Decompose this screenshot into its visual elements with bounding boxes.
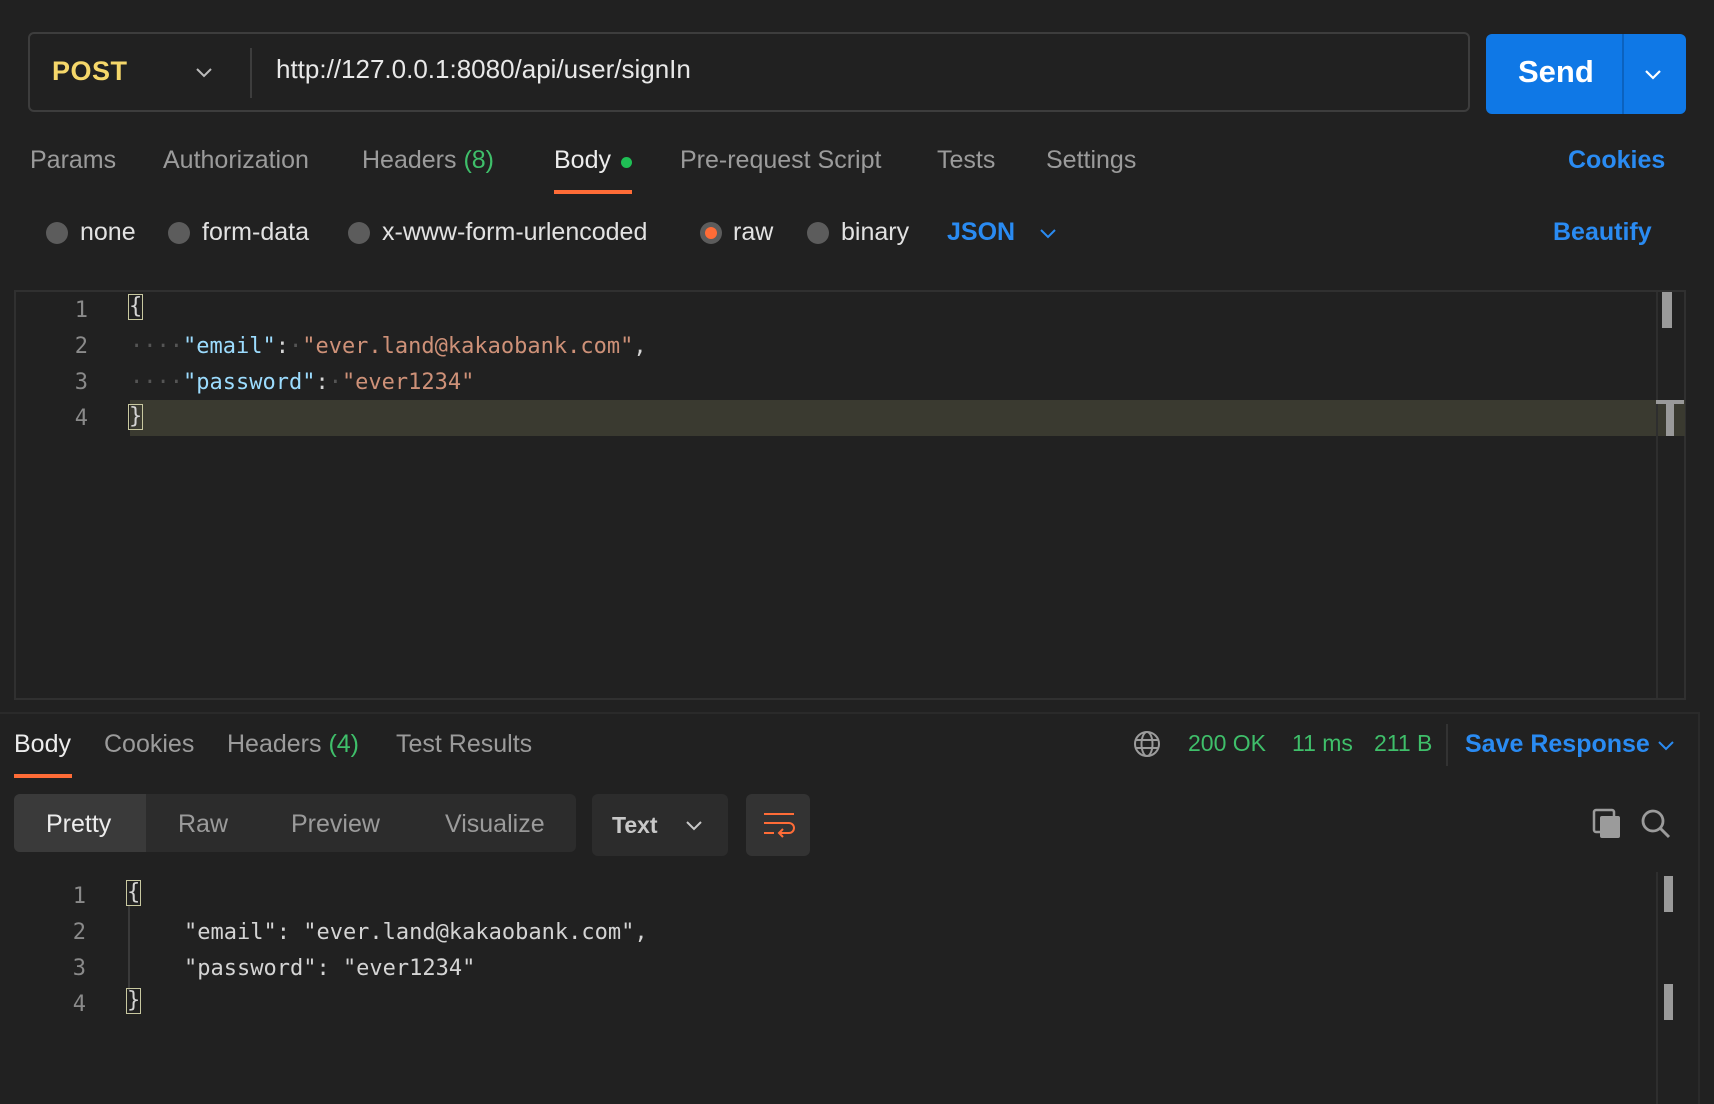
line-number: 4 — [72, 992, 86, 1017]
send-label[interactable]: Send — [1518, 54, 1594, 90]
active-tab-indicator — [14, 774, 72, 778]
status-code[interactable]: 200 OK — [1188, 730, 1266, 757]
line-number: 3 — [72, 956, 86, 981]
chevron-down-icon[interactable] — [1642, 64, 1664, 84]
tab-label: Headers — [227, 730, 322, 758]
tab-settings[interactable]: Settings — [1046, 146, 1136, 175]
cookies-link[interactable]: Cookies — [1568, 146, 1665, 175]
response-tab-test-results[interactable]: Test Results — [396, 730, 532, 759]
view-raw[interactable]: Raw — [178, 810, 228, 839]
scrollbar-track — [1656, 872, 1658, 1104]
code-line: "password": "ever1234" — [184, 956, 476, 981]
format-label[interactable]: Text — [612, 812, 658, 839]
current-line-highlight — [130, 400, 1685, 436]
scrollbar[interactable] — [1664, 876, 1673, 912]
radio-none[interactable] — [46, 222, 68, 244]
response-size[interactable]: 211 B — [1374, 730, 1432, 757]
view-preview[interactable]: Preview — [291, 810, 380, 839]
radio-label[interactable]: form-data — [202, 218, 309, 247]
line-number: 3 — [74, 370, 88, 395]
json-key: "email" — [182, 334, 276, 359]
line-number: 2 — [72, 920, 86, 945]
tab-body[interactable]: Body — [554, 146, 611, 175]
chevron-down-icon[interactable] — [1038, 226, 1058, 242]
tab-authorization[interactable]: Authorization — [163, 146, 309, 175]
radio-label[interactable]: raw — [733, 218, 773, 247]
brace-close: } — [128, 404, 144, 430]
tab-label: Headers — [362, 146, 457, 174]
search-icon[interactable] — [1640, 808, 1672, 840]
code-line: ····"email":·"ever.land@kakaobank.com", — [130, 334, 647, 359]
save-response-button[interactable]: Save Response — [1465, 730, 1650, 759]
radio-binary[interactable] — [807, 222, 829, 244]
copy-icon[interactable] — [1592, 808, 1622, 840]
tab-headers[interactable]: Headers (8) — [362, 146, 494, 175]
response-tab-headers[interactable]: Headers (4) — [227, 730, 359, 759]
json-value: "ever.land@kakaobank.com" — [302, 334, 634, 359]
tab-tests[interactable]: Tests — [937, 146, 995, 175]
response-tab-body[interactable]: Body — [14, 730, 71, 759]
divider — [250, 48, 252, 98]
code-line: ····"password":·"ever1234" — [130, 370, 475, 395]
scrollbar[interactable] — [1662, 292, 1672, 328]
format-select[interactable]: JSON — [947, 218, 1015, 247]
line-number: 4 — [74, 406, 88, 431]
view-pretty[interactable]: Pretty — [46, 810, 111, 839]
count-badge: (4) — [328, 730, 360, 758]
active-tab-indicator — [554, 190, 632, 194]
line-number: 2 — [74, 334, 88, 359]
radio-label[interactable]: binary — [841, 218, 909, 247]
divider — [0, 712, 1700, 714]
json-key: "password" — [182, 370, 316, 395]
radio-form-data[interactable] — [168, 222, 190, 244]
tab-params[interactable]: Params — [30, 146, 116, 175]
url-bar — [28, 32, 1470, 112]
tab-pre-request-script[interactable]: Pre-request Script — [680, 146, 881, 175]
chevron-down-icon[interactable] — [194, 62, 214, 82]
scrollbar-marker — [1666, 400, 1674, 436]
brace-open: { — [126, 880, 142, 906]
brace-close: } — [126, 988, 142, 1014]
radio-label[interactable]: none — [80, 218, 136, 247]
radio-label[interactable]: x-www-form-urlencoded — [382, 218, 647, 247]
indent-guide — [128, 906, 130, 990]
scrollbar-track — [1656, 292, 1658, 698]
globe-icon[interactable] — [1132, 729, 1162, 759]
brace-open: { — [128, 294, 144, 320]
radio-urlencoded[interactable] — [348, 222, 370, 244]
wrap-lines-icon[interactable] — [762, 810, 796, 840]
divider — [1698, 712, 1700, 1104]
chevron-down-icon[interactable] — [684, 818, 704, 834]
response-tab-cookies[interactable]: Cookies — [104, 730, 194, 759]
chevron-down-icon[interactable] — [1656, 738, 1676, 754]
json-value: "ever1234" — [341, 370, 475, 395]
line-number: 1 — [74, 298, 88, 323]
radio-raw[interactable] — [700, 222, 722, 244]
count-badge: (8) — [463, 146, 495, 174]
response-time[interactable]: 11 ms — [1292, 730, 1353, 757]
scrollbar-marker — [1664, 984, 1673, 1020]
method-select[interactable]: POST — [52, 56, 128, 87]
modified-dot — [621, 157, 632, 168]
divider — [1446, 724, 1448, 766]
beautify-button[interactable]: Beautify — [1553, 218, 1652, 247]
view-visualize[interactable]: Visualize — [445, 810, 545, 839]
divider — [1622, 34, 1624, 114]
line-number: 1 — [72, 884, 86, 909]
url-input[interactable]: http://127.0.0.1:8080/api/user/signIn — [276, 54, 691, 85]
code-line: "email": "ever.land@kakaobank.com", — [184, 920, 648, 945]
